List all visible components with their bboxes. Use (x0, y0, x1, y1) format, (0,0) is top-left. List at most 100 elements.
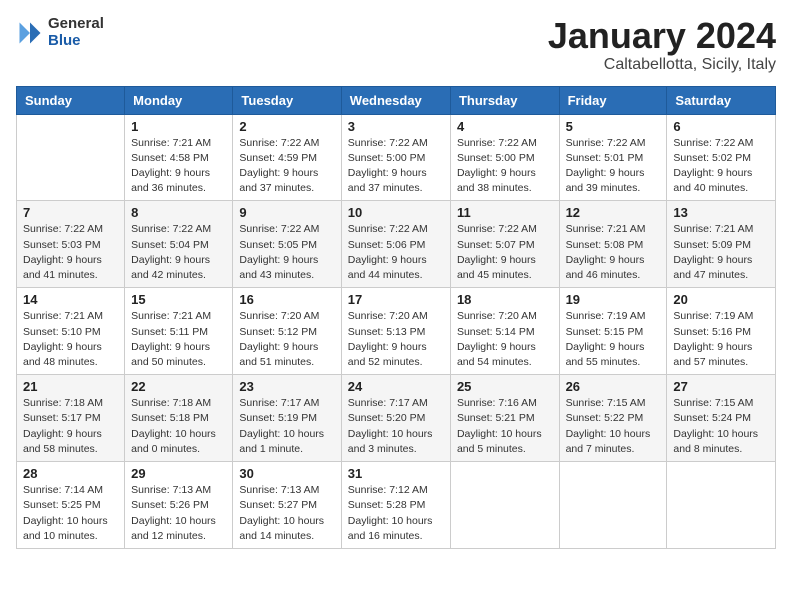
day-number: 9 (239, 205, 334, 220)
day-info: Sunrise: 7:15 AMSunset: 5:22 PMDaylight:… (566, 396, 661, 457)
month-title: January 2024 (548, 16, 776, 56)
day-number: 11 (457, 205, 553, 220)
calendar-cell: 27 Sunrise: 7:15 AMSunset: 5:24 PMDayligh… (667, 375, 776, 462)
day-number: 15 (131, 292, 226, 307)
weekday-header: Monday (125, 86, 233, 114)
page-header: General Blue January 2024 Caltabellotta,… (16, 16, 776, 74)
calendar-cell: 14Sunrise: 7:21 AMSunset: 5:10 PMDayligh… (17, 288, 125, 375)
calendar-cell: 28Sunrise: 7:14 AMSunset: 5:25 PMDayligh… (17, 462, 125, 549)
day-number: 8 (131, 205, 226, 220)
calendar-cell: 21 Sunrise: 7:18 AMSunset: 5:17 PMDayligh… (17, 375, 125, 462)
day-number: 5 (566, 119, 661, 134)
day-number: 18 (457, 292, 553, 307)
calendar-cell: 19Sunrise: 7:19 AMSunset: 5:15 PMDayligh… (559, 288, 667, 375)
weekday-header: Friday (559, 86, 667, 114)
day-info: Sunrise: 7:19 AMSunset: 5:15 PMDaylight:… (566, 309, 661, 370)
calendar-cell: 30 Sunrise: 7:13 AMSunset: 5:27 PMDayligh… (233, 462, 341, 549)
calendar-cell: 18Sunrise: 7:20 AMSunset: 5:14 PMDayligh… (450, 288, 559, 375)
day-number: 21 (23, 379, 118, 394)
calendar-cell: 23Sunrise: 7:17 AMSunset: 5:19 PMDayligh… (233, 375, 341, 462)
calendar-cell: 10Sunrise: 7:22 AMSunset: 5:06 PMDayligh… (341, 201, 450, 288)
logo-text: General Blue (48, 16, 104, 49)
logo-blue-text: Blue (48, 33, 104, 50)
day-info: Sunrise: 7:22 AMSunset: 5:04 PMDaylight:… (131, 222, 226, 283)
day-number: 27 (673, 379, 769, 394)
weekday-header: Tuesday (233, 86, 341, 114)
day-info: Sunrise: 7:22 AMSunset: 5:00 PMDaylight:… (348, 136, 444, 197)
calendar-week-row: 1 Sunrise: 7:21 AMSunset: 4:58 PMDaylight… (17, 114, 776, 201)
day-number: 13 (673, 205, 769, 220)
day-number: 20 (673, 292, 769, 307)
day-number: 2 (239, 119, 334, 134)
day-number: 16 (239, 292, 334, 307)
day-info: Sunrise: 7:22 AMSunset: 5:06 PMDaylight:… (348, 222, 444, 283)
weekday-header: Saturday (667, 86, 776, 114)
day-number: 17 (348, 292, 444, 307)
day-info: Sunrise: 7:22 AMSunset: 5:05 PMDaylight:… (239, 222, 334, 283)
day-info: Sunrise: 7:16 AMSunset: 5:21 PMDaylight:… (457, 396, 553, 457)
weekday-header: Thursday (450, 86, 559, 114)
calendar-cell: 6 Sunrise: 7:22 AMSunset: 5:02 PMDaylight… (667, 114, 776, 201)
day-info: Sunrise: 7:21 AMSunset: 5:11 PMDaylight:… (131, 309, 226, 370)
day-number: 6 (673, 119, 769, 134)
calendar-week-row: 7Sunrise: 7:22 AMSunset: 5:03 PMDaylight… (17, 201, 776, 288)
calendar-cell (559, 462, 667, 549)
location: Caltabellotta, Sicily, Italy (548, 56, 776, 74)
calendar-cell: 31Sunrise: 7:12 AMSunset: 5:28 PMDayligh… (341, 462, 450, 549)
day-info: Sunrise: 7:17 AMSunset: 5:19 PMDaylight:… (239, 396, 334, 457)
day-info: Sunrise: 7:15 AMSunset: 5:24 PMDaylight:… (673, 396, 769, 457)
day-number: 29 (131, 466, 226, 481)
calendar-cell: 20Sunrise: 7:19 AMSunset: 5:16 PMDayligh… (667, 288, 776, 375)
day-info: Sunrise: 7:22 AMSunset: 5:00 PMDaylight:… (457, 136, 553, 197)
calendar-cell: 17 Sunrise: 7:20 AMSunset: 5:13 PMDayligh… (341, 288, 450, 375)
day-info: Sunrise: 7:18 AMSunset: 5:17 PMDaylight:… (23, 396, 118, 457)
day-number: 1 (131, 119, 226, 134)
day-info: Sunrise: 7:13 AMSunset: 5:27 PMDaylight:… (239, 483, 334, 544)
day-info: Sunrise: 7:13 AMSunset: 5:26 PMDaylight:… (131, 483, 226, 544)
calendar-cell: 22 Sunrise: 7:18 AMSunset: 5:18 PMDayligh… (125, 375, 233, 462)
calendar-cell: 8 Sunrise: 7:22 AMSunset: 5:04 PMDaylight… (125, 201, 233, 288)
calendar-cell: 12 Sunrise: 7:21 AMSunset: 5:08 PMDayligh… (559, 201, 667, 288)
calendar-cell: 13 Sunrise: 7:21 AMSunset: 5:09 PMDayligh… (667, 201, 776, 288)
day-info: Sunrise: 7:20 AMSunset: 5:12 PMDaylight:… (239, 309, 334, 370)
day-number: 31 (348, 466, 444, 481)
title-area: January 2024 Caltabellotta, Sicily, Ital… (548, 16, 776, 74)
day-number: 4 (457, 119, 553, 134)
day-info: Sunrise: 7:21 AMSunset: 4:58 PMDaylight:… (131, 136, 226, 197)
weekday-header: Wednesday (341, 86, 450, 114)
day-info: Sunrise: 7:22 AMSunset: 4:59 PMDaylight:… (239, 136, 334, 197)
logo: General Blue (16, 16, 104, 49)
day-info: Sunrise: 7:18 AMSunset: 5:18 PMDaylight:… (131, 396, 226, 457)
day-number: 28 (23, 466, 118, 481)
day-number: 3 (348, 119, 444, 134)
calendar-cell: 24Sunrise: 7:17 AMSunset: 5:20 PMDayligh… (341, 375, 450, 462)
weekday-header: Sunday (17, 86, 125, 114)
logo-general-text: General (48, 16, 104, 33)
calendar-cell: 29 Sunrise: 7:13 AMSunset: 5:26 PMDayligh… (125, 462, 233, 549)
day-info: Sunrise: 7:21 AMSunset: 5:09 PMDaylight:… (673, 222, 769, 283)
day-info: Sunrise: 7:22 AMSunset: 5:02 PMDaylight:… (673, 136, 769, 197)
day-number: 14 (23, 292, 118, 307)
calendar-week-row: 28Sunrise: 7:14 AMSunset: 5:25 PMDayligh… (17, 462, 776, 549)
calendar-cell: 5Sunrise: 7:22 AMSunset: 5:01 PMDaylight… (559, 114, 667, 201)
day-number: 26 (566, 379, 661, 394)
calendar-cell: 9 Sunrise: 7:22 AMSunset: 5:05 PMDaylight… (233, 201, 341, 288)
day-info: Sunrise: 7:17 AMSunset: 5:20 PMDaylight:… (348, 396, 444, 457)
calendar-cell: 3 Sunrise: 7:22 AMSunset: 5:00 PMDaylight… (341, 114, 450, 201)
calendar-cell (450, 462, 559, 549)
day-number: 30 (239, 466, 334, 481)
day-info: Sunrise: 7:20 AMSunset: 5:13 PMDaylight:… (348, 309, 444, 370)
calendar-cell: 15 Sunrise: 7:21 AMSunset: 5:11 PMDayligh… (125, 288, 233, 375)
calendar-week-row: 21 Sunrise: 7:18 AMSunset: 5:17 PMDayligh… (17, 375, 776, 462)
logo-icon (16, 19, 44, 47)
calendar-cell: 7Sunrise: 7:22 AMSunset: 5:03 PMDaylight… (17, 201, 125, 288)
day-number: 22 (131, 379, 226, 394)
calendar-table: SundayMondayTuesdayWednesdayThursdayFrid… (16, 86, 776, 549)
calendar-cell: 2 Sunrise: 7:22 AMSunset: 4:59 PMDaylight… (233, 114, 341, 201)
day-number: 25 (457, 379, 553, 394)
day-info: Sunrise: 7:22 AMSunset: 5:07 PMDaylight:… (457, 222, 553, 283)
day-number: 12 (566, 205, 661, 220)
calendar-cell: 11 Sunrise: 7:22 AMSunset: 5:07 PMDayligh… (450, 201, 559, 288)
day-info: Sunrise: 7:21 AMSunset: 5:08 PMDaylight:… (566, 222, 661, 283)
calendar-week-row: 14Sunrise: 7:21 AMSunset: 5:10 PMDayligh… (17, 288, 776, 375)
